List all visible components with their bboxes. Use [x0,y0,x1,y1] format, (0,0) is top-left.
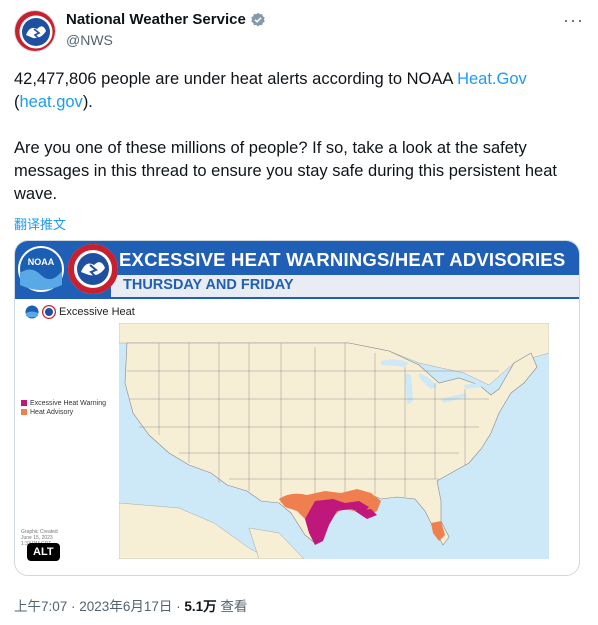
banner-title: EXCESSIVE HEAT WARNINGS/HEAT ADVISORIES [119,249,566,270]
mini-nws-icon [42,305,56,319]
legend-warning-label: Excessive Heat Warning [30,400,106,407]
banner-subtitle: THURSDAY AND FRIDAY [123,277,294,293]
more-options-icon[interactable]: ··· [563,10,584,31]
noaa-logo-icon: NOAA [18,246,64,292]
meta-sep-1: · [67,599,80,614]
avatar[interactable] [14,10,56,52]
meta-sep-2: · [172,599,185,614]
translate-tweet-link[interactable]: 翻译推文 [14,214,66,233]
map-header: Excessive Heat [25,305,135,319]
map-legend: Excessive Heat Warning Heat Advisory [21,399,106,417]
legend-advisory: Heat Advisory [21,408,106,417]
author-name-text[interactable]: National Weather Service [66,11,246,28]
author-handle[interactable]: @NWS [66,32,113,48]
us-map-graphic [119,323,549,559]
views-count: 5.1万 [184,599,217,614]
legend-warning: Excessive Heat Warning [21,399,106,408]
tweet-paragraph-2: Are you one of these millions of people?… [14,139,557,203]
tweet-date[interactable]: 2023年6月17日 [79,599,172,614]
svg-text:NOAA: NOAA [28,257,55,267]
verified-badge-icon [251,12,265,26]
us-map [119,323,549,559]
nws-banner-logo-icon [68,244,118,294]
legend-advisory-label: Heat Advisory [30,409,74,416]
map-header-label: Excessive Heat [59,306,135,318]
mini-noaa-icon [25,305,39,319]
paren-close: ). [82,93,93,111]
heat-gov-link[interactable]: Heat.Gov [457,70,527,88]
tweet-header: National Weather Service @NWS ··· [14,8,584,56]
alt-text-button[interactable]: ALT [27,543,60,561]
nws-logo-icon [15,11,55,51]
legend-advisory-swatch [21,409,27,416]
tweet-paragraph-1: 42,477,806 people are under heat alerts … [14,68,582,114]
author-name[interactable]: National Weather Service [66,11,266,28]
views-label: 查看 [216,599,248,614]
tweet-text: 42,477,806 people are under heat alerts … [14,68,582,229]
legend-warning-swatch [21,400,27,407]
tweet-time[interactable]: 上午7:07 [14,599,67,614]
tweet-image[interactable]: NOAA EXCESSIVE HEAT WARNINGS/HEAT ADVISO… [14,240,580,576]
tweet-line1-text: 42,477,806 people are under heat alerts … [14,70,458,88]
heat-gov-url-link[interactable]: heat.gov [20,93,83,111]
tweet-meta: 上午7:07 · 2023年6月17日 · 5.1万 查看 [14,595,247,615]
